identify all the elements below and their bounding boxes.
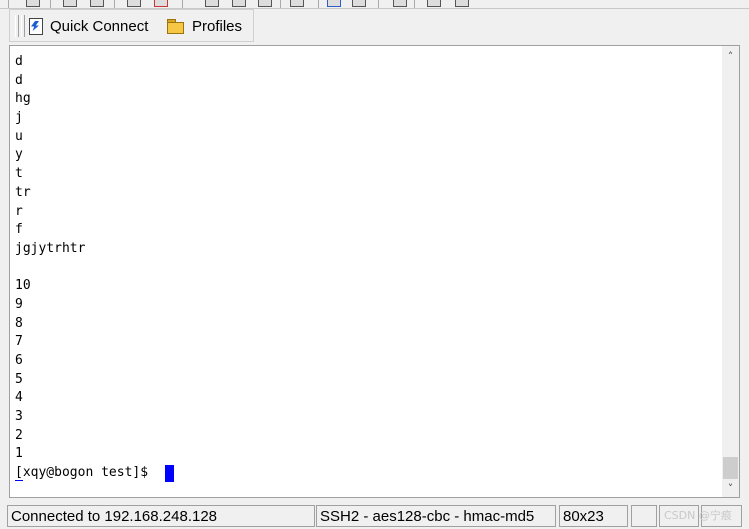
- toolbar-separator: [280, 0, 281, 8]
- scroll-down-icon[interactable]: ˅: [722, 480, 739, 497]
- profiles-label: Profiles: [192, 17, 243, 35]
- vertical-scrollbar[interactable]: ˄ ˅: [722, 46, 739, 497]
- toolbar-separator: [318, 0, 319, 8]
- terminal-window[interactable]: d d hg j u y t tr r f jgjytrhtr 10 9 8 7 6 5 4 3 2 1 [xqy@bog…: [9, 45, 740, 498]
- terminal-line: 3: [15, 409, 23, 425]
- terminal-line: d: [15, 54, 23, 69]
- terminal-line: j: [15, 110, 23, 126]
- terminal-line: hg: [15, 91, 31, 107]
- shell-prompt: [xqy@bogon test]$: [15, 465, 156, 481]
- toolbar-separator: [8, 0, 9, 8]
- terminal-line: 10: [15, 278, 31, 294]
- toolbar-icon[interactable]: [427, 0, 441, 7]
- terminal-line: t: [15, 166, 23, 182]
- scroll-up-icon[interactable]: ˄: [722, 48, 739, 65]
- quick-connect-bar: Quick Connect Profiles: [9, 9, 254, 42]
- terminal-line: 1: [15, 446, 23, 462]
- scrollbar-thumb[interactable]: [723, 457, 738, 479]
- terminal-cursor: [164, 464, 174, 482]
- toolbar-icon[interactable]: [232, 0, 246, 7]
- toolbar-icon[interactable]: [154, 0, 168, 7]
- status-cell: [631, 505, 657, 527]
- terminal-line: y: [15, 147, 23, 163]
- prompt-line: [xqy@bogon test]$: [15, 464, 715, 483]
- toolbar-icon[interactable]: [26, 0, 40, 7]
- terminal-line: 4: [15, 390, 23, 406]
- toolbar-icon[interactable]: [205, 0, 219, 7]
- terminal-line: 7: [15, 334, 23, 350]
- terminal-line: jgjytrhtr: [15, 240, 86, 256]
- terminal-line: d: [15, 72, 23, 88]
- terminal-output: d d hg j u y t tr r f jgjytrhtr 10 9 8 7 6 5 4 3 2 1 [xqy@bog…: [15, 53, 715, 483]
- terminal-line: 6: [15, 353, 23, 368]
- toolbar-icon[interactable]: [290, 0, 304, 7]
- connection-status: Connected to 192.168.248.128: [7, 505, 315, 527]
- toolbar-icon[interactable]: [258, 0, 272, 7]
- terminal-size-status: 80x23: [559, 505, 628, 527]
- toolbar-separator: [414, 0, 415, 8]
- quick-connect-icon: [27, 17, 43, 35]
- toolbar-icon[interactable]: [63, 0, 77, 7]
- profiles-button[interactable]: Profiles: [166, 15, 242, 37]
- watermark: CSDN @宁痕: [664, 509, 732, 522]
- terminal-line: r: [15, 203, 23, 219]
- terminal-line: 8: [15, 315, 23, 331]
- quick-connect-button[interactable]: Quick Connect: [27, 15, 148, 37]
- toolbar-icon[interactable]: [127, 0, 141, 7]
- terminal-line: 9: [15, 296, 23, 312]
- toolbar-icon[interactable]: [455, 0, 469, 7]
- toolbar-separator: [182, 0, 183, 8]
- terminal-line: u: [15, 128, 23, 144]
- toolbar-separator: [50, 0, 51, 8]
- toolbar-separator: [114, 0, 115, 8]
- caret-underline: [15, 479, 23, 481]
- toolbar-icon[interactable]: [327, 0, 341, 7]
- toolbar-icon[interactable]: [393, 0, 407, 7]
- toolbar-separator: [378, 0, 379, 8]
- terminal-line: f: [15, 222, 23, 238]
- terminal-line: 5: [15, 371, 23, 387]
- quick-connect-label: Quick Connect: [50, 17, 149, 35]
- terminal-line: tr: [15, 184, 31, 200]
- toolbar-icon[interactable]: [352, 0, 366, 7]
- terminal-line: 2: [15, 427, 23, 443]
- status-bar: Connected to 192.168.248.128 SSH2 - aes1…: [0, 503, 749, 529]
- cipher-status: SSH2 - aes128-cbc - hmac-md5: [316, 505, 556, 527]
- toolbar-icon[interactable]: [90, 0, 104, 7]
- toolbar-grip[interactable]: [15, 15, 19, 37]
- toolbar-grip[interactable]: [21, 15, 25, 37]
- main-toolbar: [0, 0, 749, 9]
- folder-icon: [166, 19, 184, 34]
